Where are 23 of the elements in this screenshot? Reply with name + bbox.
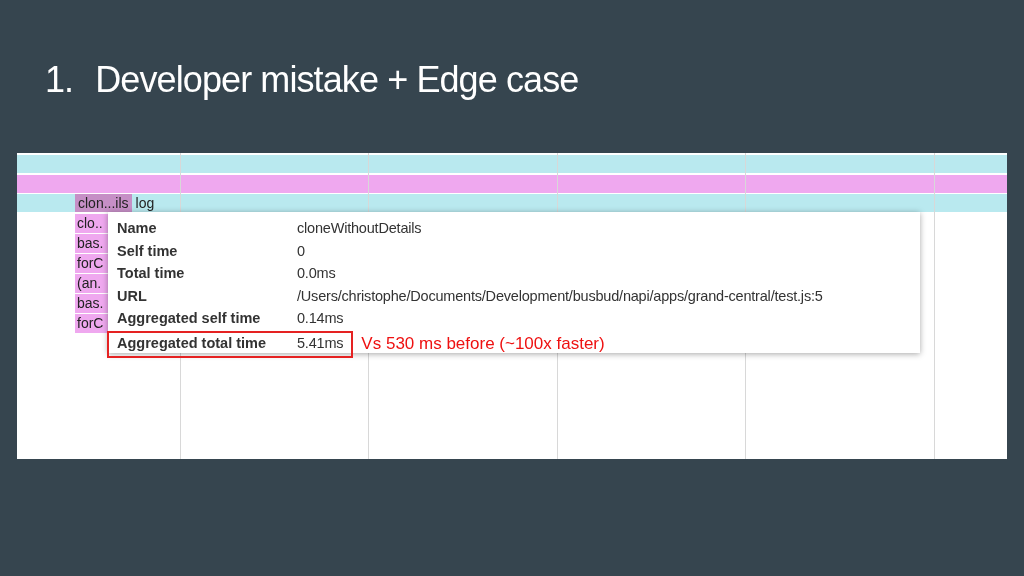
slide-title: Developer mistake + Edge case [95, 62, 579, 98]
flame-block[interactable]: forC [75, 314, 108, 333]
property-value: /Users/christophe/Documents/Development/busbud/napi/apps/grand-central/test.js:5 [297, 286, 823, 306]
property-value: 5.41ms [297, 334, 344, 354]
property-value: 0 [297, 241, 305, 261]
property-label: Name [117, 219, 158, 239]
flame-block[interactable]: forC [75, 254, 108, 273]
flame-block[interactable]: bas. [75, 234, 108, 253]
property-value: 0.14ms [297, 309, 344, 329]
flame-block[interactable]: clon...ils [75, 194, 132, 212]
property-label: URL [117, 286, 148, 306]
list-number: 1. [45, 62, 74, 98]
annotation-text: Vs 530 ms before (~100x faster) [361, 333, 605, 356]
property-label: Total time [117, 264, 186, 284]
property-label: Aggregated total time [117, 334, 268, 354]
property-label: Aggregated self time [117, 309, 262, 329]
flame-block[interactable]: bas. [75, 294, 108, 313]
property-value: 0.0ms [297, 264, 336, 284]
property-value: cloneWithoutDetails [297, 219, 422, 239]
flame-block[interactable]: log [134, 194, 156, 212]
property-label: Self time [117, 241, 179, 261]
flame-block[interactable]: clo.. [75, 214, 108, 233]
flame-block[interactable]: (an. [75, 274, 108, 293]
